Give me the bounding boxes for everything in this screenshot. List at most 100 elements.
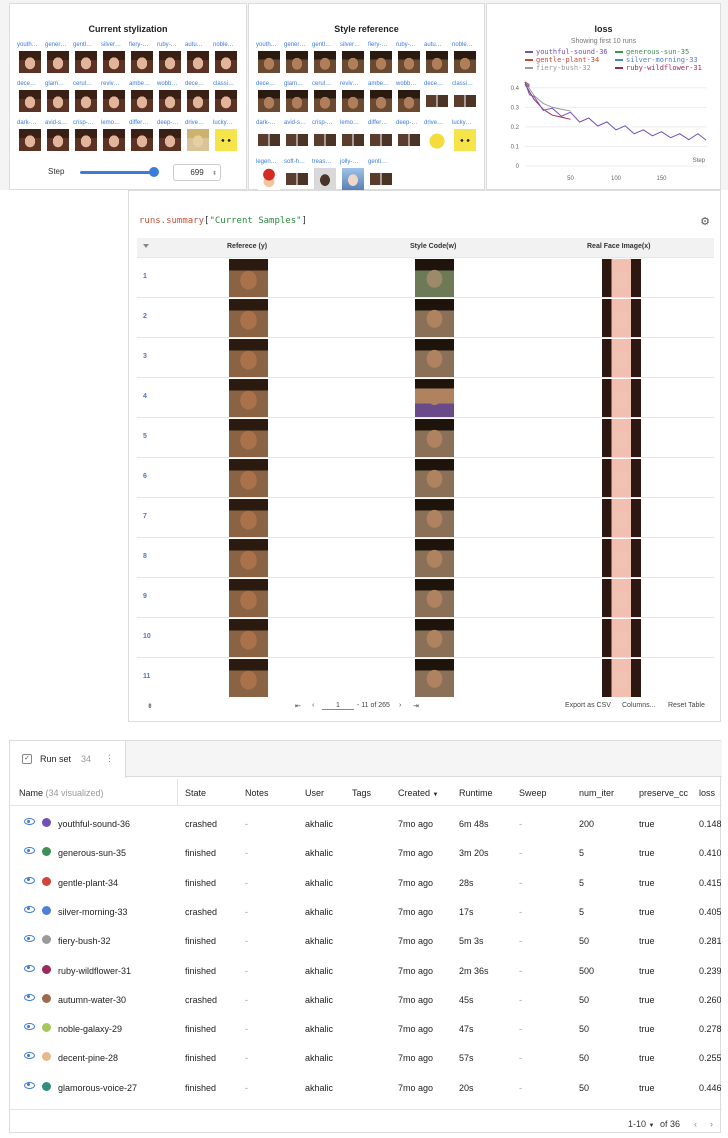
thumb-caption[interactable]: gener… <box>45 41 71 49</box>
eye-icon[interactable] <box>24 847 35 855</box>
run-row[interactable]: noble-galaxy-29 finished - akhalic 7mo ago 47… <box>10 1014 722 1043</box>
thumb-image[interactable] <box>159 51 181 73</box>
thumb-image[interactable] <box>215 51 237 73</box>
run-name[interactable]: ruby-wildflower-31 <box>58 966 131 976</box>
run-set-tab[interactable]: ✓ Run set 34 ⋮ <box>10 741 126 778</box>
thumb-cell[interactable]: fiery-… <box>368 41 394 77</box>
run-name[interactable]: glamorous-voice-27 <box>58 1083 137 1093</box>
thumb-caption[interactable]: autu… <box>185 41 211 49</box>
columns-button[interactable]: Columns... <box>622 702 655 709</box>
run-color-dot[interactable] <box>42 935 51 945</box>
thumb-caption[interactable]: drive… <box>185 119 211 127</box>
thumb-cell[interactable]: wobb… <box>157 80 183 116</box>
thumb-cell[interactable]: glam… <box>284 80 310 116</box>
legend-item[interactable]: generous-sun-35 <box>615 48 689 56</box>
run-color-dot[interactable] <box>42 1081 51 1091</box>
run-color-dot[interactable] <box>42 847 51 857</box>
thumb-caption[interactable]: crisp-… <box>73 119 99 127</box>
thumb-caption[interactable]: differ… <box>129 119 155 127</box>
thumb-cell[interactable]: youth… <box>17 41 43 77</box>
thumb-caption[interactable]: noble… <box>452 41 478 49</box>
loss-line-chart[interactable]: 0 0.1 0.2 0.3 0.4 50 100 150 Step <box>487 72 720 187</box>
thumb-image[interactable] <box>370 51 392 73</box>
thumb-caption[interactable]: youth… <box>256 41 282 49</box>
thumb-image[interactable] <box>131 51 153 73</box>
run-name[interactable]: decent-pine-28 <box>58 1053 118 1063</box>
thumb-image[interactable] <box>187 129 209 151</box>
thumb-caption[interactable]: wobb… <box>157 80 183 88</box>
eye-icon[interactable] <box>24 993 35 1001</box>
run-color-dot[interactable] <box>42 1052 51 1062</box>
step-slider[interactable] <box>80 171 154 174</box>
thumb-caption[interactable]: fiery-… <box>129 41 155 49</box>
thumb-cell[interactable]: dece… <box>185 80 211 116</box>
thumb-caption[interactable]: silver… <box>101 41 127 49</box>
thumb-image[interactable] <box>103 51 125 73</box>
thumb-caption[interactable]: reviv… <box>101 80 127 88</box>
thumb-cell[interactable]: cerul… <box>312 80 338 116</box>
thumb-cell[interactable]: crisp-… <box>312 119 338 155</box>
thumb-cell[interactable]: differ… <box>129 119 155 155</box>
thumb-image[interactable] <box>370 173 392 185</box>
run-color-dot[interactable] <box>42 1023 51 1033</box>
thumb-caption[interactable]: silver… <box>340 41 366 49</box>
thumb-image[interactable] <box>454 129 476 151</box>
thumb-cell[interactable]: ruby-… <box>157 41 183 77</box>
thumb-caption[interactable]: lucky… <box>213 119 239 127</box>
thumb-cell[interactable]: deep-… <box>396 119 422 155</box>
thumb-caption[interactable]: avid-s… <box>284 119 310 127</box>
column-header-state[interactable]: State <box>185 788 206 798</box>
thumb-image[interactable] <box>314 51 336 73</box>
style-code-image[interactable] <box>415 499 454 537</box>
filter-icon[interactable] <box>143 244 149 248</box>
step-slider-handle[interactable] <box>148 167 159 177</box>
thumb-image[interactable] <box>370 90 392 112</box>
page-input[interactable]: 1 <box>322 702 354 710</box>
real-face-image[interactable] <box>602 499 641 537</box>
reference-image[interactable] <box>229 419 268 457</box>
next-page-button[interactable]: › <box>710 1119 713 1129</box>
column-header-style-code[interactable]: Style Code(w) <box>410 243 456 250</box>
run-color-dot[interactable] <box>42 876 51 886</box>
thumb-cell[interactable]: reviv… <box>340 80 366 116</box>
reference-image[interactable] <box>229 579 268 617</box>
eye-icon[interactable] <box>24 935 35 943</box>
run-row[interactable]: generous-sun-35 finished - akhalic 7mo ago 3m… <box>10 838 722 867</box>
run-color-dot[interactable] <box>42 818 51 827</box>
thumb-caption[interactable]: gentl… <box>312 41 338 49</box>
thumb-image[interactable] <box>187 51 209 73</box>
thumb-caption[interactable]: glam… <box>45 80 71 88</box>
thumb-cell[interactable]: dece… <box>424 80 450 116</box>
thumb-cell[interactable]: noble… <box>213 41 239 77</box>
last-page-button[interactable]: ⇥ <box>413 702 419 710</box>
style-code-image[interactable] <box>415 419 454 457</box>
thumb-caption[interactable]: legen… <box>256 158 282 166</box>
thumb-cell[interactable]: classi… <box>213 80 239 116</box>
thumb-image[interactable] <box>159 129 181 151</box>
thumb-caption[interactable]: cerul… <box>73 80 99 88</box>
thumb-caption[interactable]: crisp-… <box>312 119 338 127</box>
spinner-icon[interactable]: ⬍ <box>212 167 217 182</box>
column-header-created[interactable]: Created ▼ <box>398 788 439 798</box>
legend-item[interactable]: fiery-bush-32 <box>525 64 591 72</box>
thumb-cell[interactable]: genti… <box>368 158 394 194</box>
run-row[interactable]: gentle-plant-34 finished - akhalic 7mo ago 28… <box>10 868 722 897</box>
query-expression[interactable]: runs.summary["Current Samples"] <box>139 216 307 226</box>
run-row[interactable]: youthful-sound-36 crashed - akhalic 7mo ago 6… <box>10 809 722 838</box>
thumb-image[interactable] <box>454 95 476 107</box>
thumb-image[interactable] <box>314 168 336 190</box>
thumb-cell[interactable]: lucky… <box>213 119 239 155</box>
thumb-cell[interactable]: lemo… <box>101 119 127 155</box>
run-color-dot[interactable] <box>42 964 51 974</box>
thumb-caption[interactable]: fiery-… <box>368 41 394 49</box>
thumb-cell[interactable]: avid-s… <box>284 119 310 155</box>
thumb-image[interactable] <box>19 51 41 73</box>
run-name[interactable]: fiery-bush-32 <box>58 936 111 946</box>
thumb-caption[interactable]: deep-… <box>157 119 183 127</box>
thumb-cell[interactable]: cerul… <box>73 80 99 116</box>
thumb-cell[interactable]: noble… <box>452 41 478 77</box>
prev-page-button[interactable]: ‹ <box>312 702 314 709</box>
thumb-caption[interactable]: dece… <box>424 80 450 88</box>
thumb-cell[interactable]: fiery-… <box>129 41 155 77</box>
thumb-image[interactable] <box>103 129 125 151</box>
